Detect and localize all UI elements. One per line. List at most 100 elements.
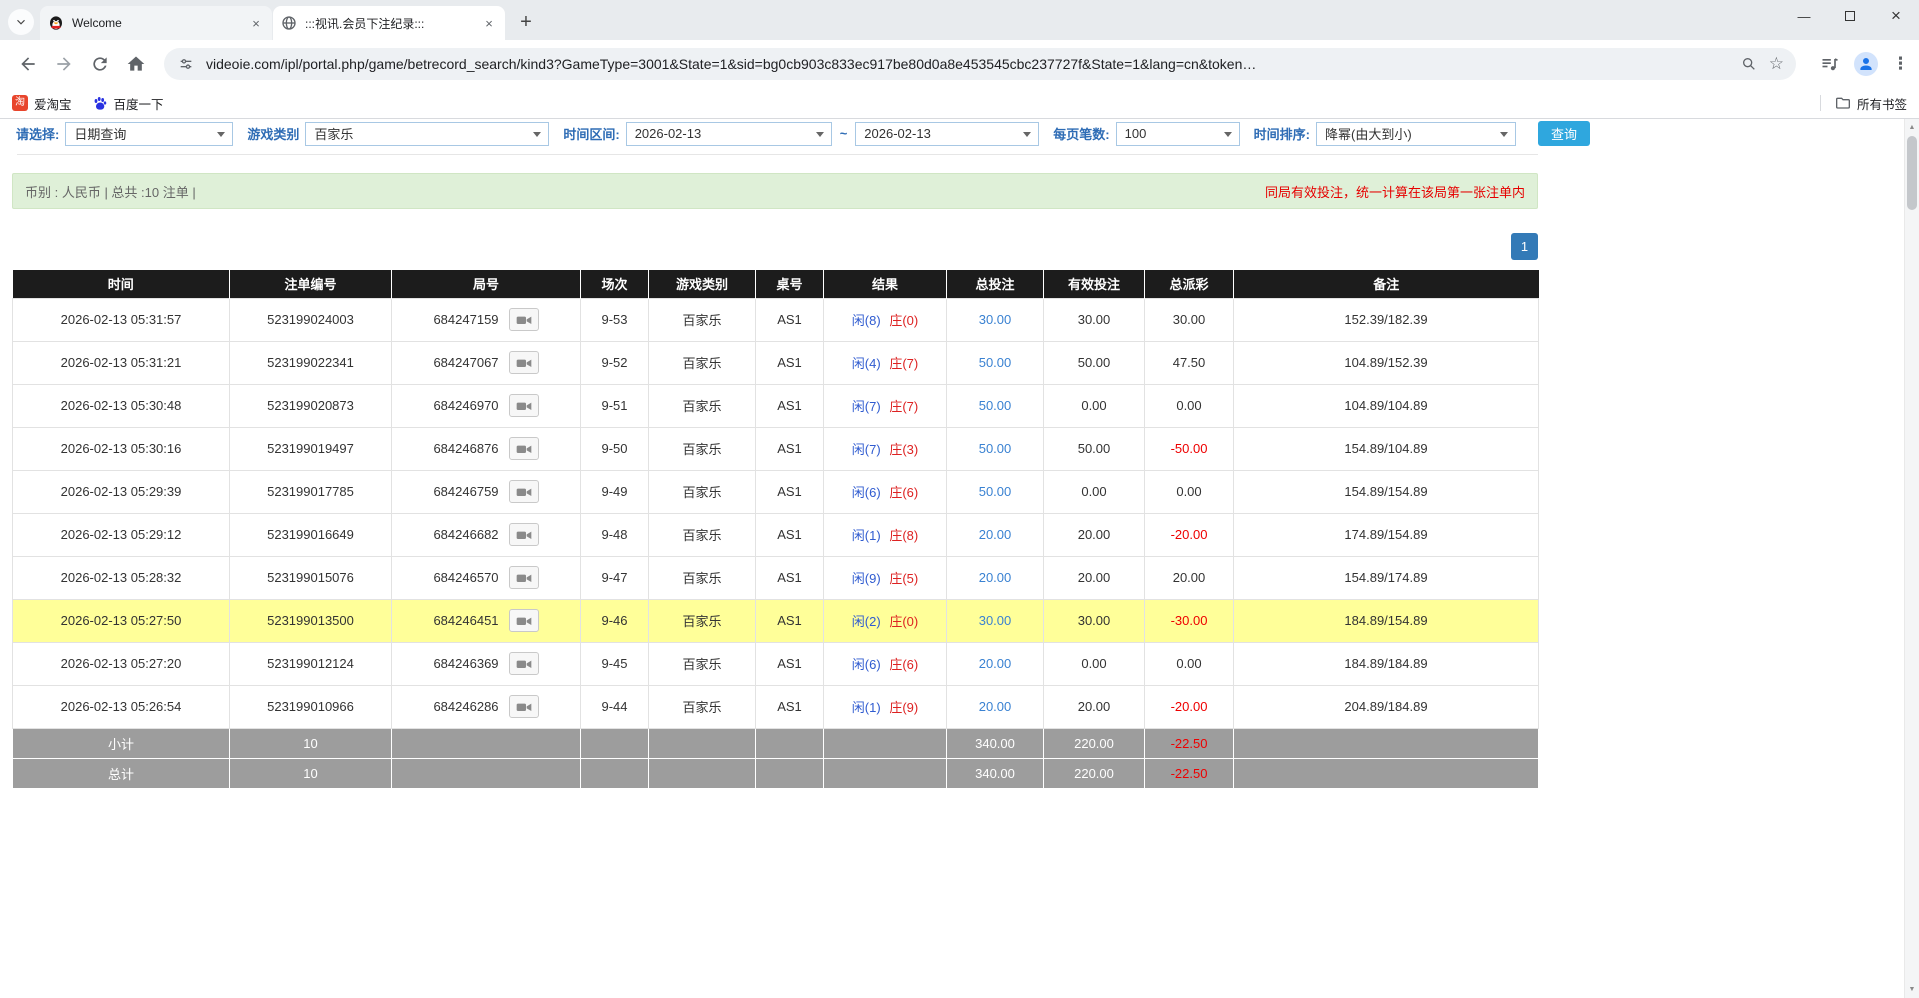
footer-empty-cell xyxy=(581,758,649,788)
all-bookmarks[interactable]: 所有书签 xyxy=(1820,94,1907,113)
cell-result: 闲(6) 庄(6) xyxy=(824,642,947,685)
refresh-button[interactable] xyxy=(87,51,113,77)
tab-welcome[interactable]: Welcome × xyxy=(40,6,272,40)
cell-total-bet: 30.00 xyxy=(947,599,1044,642)
cell-note: 154.89/104.89 xyxy=(1234,427,1539,470)
video-replay-button[interactable] xyxy=(509,308,539,331)
footer-empty-cell xyxy=(756,728,824,758)
scrollbar-thumb[interactable] xyxy=(1907,136,1917,210)
zoom-button[interactable] xyxy=(1739,54,1759,74)
close-button[interactable]: × xyxy=(1873,0,1919,32)
date-from-input[interactable]: 2026-02-13 xyxy=(626,122,832,146)
video-replay-button[interactable] xyxy=(509,480,539,503)
search-button[interactable]: 查询 xyxy=(1538,121,1590,146)
cell-table-no: AS1 xyxy=(756,685,824,728)
result-player: 闲(8) xyxy=(852,313,881,328)
address-bar[interactable]: videoie.com/ipl/portal.php/game/betrecor… xyxy=(164,48,1796,80)
video-replay-button[interactable] xyxy=(509,652,539,675)
camera-icon xyxy=(516,314,532,326)
tab-close-icon[interactable]: × xyxy=(481,15,497,31)
video-replay-button[interactable] xyxy=(509,523,539,546)
tab-bet-record[interactable]: :::视讯.会员下注纪录::: × xyxy=(273,6,505,40)
total-bet-link[interactable]: 50.00 xyxy=(979,398,1012,413)
folder-icon xyxy=(1835,95,1851,111)
total-bet-link[interactable]: 30.00 xyxy=(979,613,1012,628)
footer-empty-cell xyxy=(756,758,824,788)
total-bet-link[interactable]: 30.00 xyxy=(979,312,1012,327)
total-bet-link[interactable]: 50.00 xyxy=(979,355,1012,370)
cell-total-bet: 20.00 xyxy=(947,685,1044,728)
forward-button[interactable] xyxy=(51,51,77,77)
query-type-select[interactable]: 日期查询 xyxy=(65,122,233,146)
cell-valid-bet: 50.00 xyxy=(1044,341,1145,384)
total-bet-link[interactable]: 20.00 xyxy=(979,699,1012,714)
scroll-down-arrow[interactable]: ▼ xyxy=(1905,982,1919,997)
bookmark-baidu[interactable]: 百度一下 xyxy=(92,94,164,113)
column-header: 备注 xyxy=(1234,270,1539,298)
dropdown-caret-icon xyxy=(533,132,541,137)
penguin-favicon-icon xyxy=(48,15,64,31)
column-header: 注单编号 xyxy=(230,270,392,298)
sort-select[interactable]: 降幂(由大到小) xyxy=(1316,122,1516,146)
cell-table-no: AS1 xyxy=(756,556,824,599)
vertical-scrollbar[interactable]: ▲ ▼ xyxy=(1904,119,1919,998)
table-row: 2026-02-13 05:27:20 523199012124 6842463… xyxy=(13,642,1539,685)
per-page-select[interactable]: 100 xyxy=(1116,122,1240,146)
media-controls-button[interactable] xyxy=(1820,54,1840,74)
total-bet-link[interactable]: 50.00 xyxy=(979,441,1012,456)
new-tab-button[interactable]: + xyxy=(512,8,540,36)
cell-game-type: 百家乐 xyxy=(649,556,756,599)
pagination: 1 xyxy=(0,233,1538,260)
video-replay-button[interactable] xyxy=(509,695,539,718)
video-replay-button[interactable] xyxy=(509,351,539,374)
bookmark-star-icon[interactable]: ☆ xyxy=(1769,54,1784,74)
maximize-button[interactable] xyxy=(1827,0,1873,32)
per-page-label: 每页笔数: xyxy=(1053,124,1109,143)
maximize-icon xyxy=(1845,11,1855,21)
dropdown-caret-icon xyxy=(1224,132,1232,137)
cell-time: 2026-02-13 05:30:16 xyxy=(13,427,230,470)
camera-icon xyxy=(516,615,532,627)
bookmark-aitaobao[interactable]: 淘 爱淘宝 xyxy=(12,94,72,113)
date-to-input[interactable]: 2026-02-13 xyxy=(855,122,1039,146)
total-bet-link[interactable]: 20.00 xyxy=(979,656,1012,671)
total-valid-bet: 220.00 xyxy=(1044,758,1145,788)
game-type-select[interactable]: 百家乐 xyxy=(305,122,549,146)
table-row: 2026-02-13 05:28:32 523199015076 6842465… xyxy=(13,556,1539,599)
cell-table-no: AS1 xyxy=(756,341,824,384)
total-label: 总计 xyxy=(13,758,230,788)
home-button[interactable] xyxy=(123,51,149,77)
query-type-value: 日期查询 xyxy=(74,124,126,143)
video-replay-button[interactable] xyxy=(509,609,539,632)
tab-close-icon[interactable]: × xyxy=(248,15,264,31)
taobao-icon: 淘 xyxy=(12,95,28,111)
cell-game-type: 百家乐 xyxy=(649,384,756,427)
table-row: 2026-02-13 05:30:48 523199020873 6842469… xyxy=(13,384,1539,427)
cell-round-no: 684246570 xyxy=(392,556,581,599)
cell-valid-bet: 20.00 xyxy=(1044,685,1145,728)
cell-table-no: AS1 xyxy=(756,384,824,427)
cell-valid-bet: 20.00 xyxy=(1044,556,1145,599)
video-replay-button[interactable] xyxy=(509,437,539,460)
tab-search-button[interactable] xyxy=(8,9,34,35)
total-bet-link[interactable]: 50.00 xyxy=(979,484,1012,499)
round-number: 684246759 xyxy=(433,484,498,499)
cell-valid-bet: 50.00 xyxy=(1044,427,1145,470)
scroll-up-arrow[interactable]: ▲ xyxy=(1905,120,1919,135)
cell-total-bet: 20.00 xyxy=(947,513,1044,556)
cell-session: 9-52 xyxy=(581,341,649,384)
minimize-button[interactable]: — xyxy=(1781,0,1827,32)
video-replay-button[interactable] xyxy=(509,394,539,417)
back-button[interactable] xyxy=(15,51,41,77)
url-text[interactable]: videoie.com/ipl/portal.php/game/betrecor… xyxy=(206,56,1729,72)
total-bet-link[interactable]: 20.00 xyxy=(979,527,1012,542)
browser-menu-button[interactable]: ⋮ xyxy=(1892,54,1909,74)
cell-bet-no: 523199017785 xyxy=(230,470,392,513)
total-bet-link[interactable]: 20.00 xyxy=(979,570,1012,585)
profile-avatar[interactable] xyxy=(1854,52,1878,76)
column-header: 结果 xyxy=(824,270,947,298)
site-settings-button[interactable] xyxy=(176,54,196,74)
subtotal-label: 小计 xyxy=(13,728,230,758)
page-1-button[interactable]: 1 xyxy=(1511,233,1538,260)
video-replay-button[interactable] xyxy=(509,566,539,589)
